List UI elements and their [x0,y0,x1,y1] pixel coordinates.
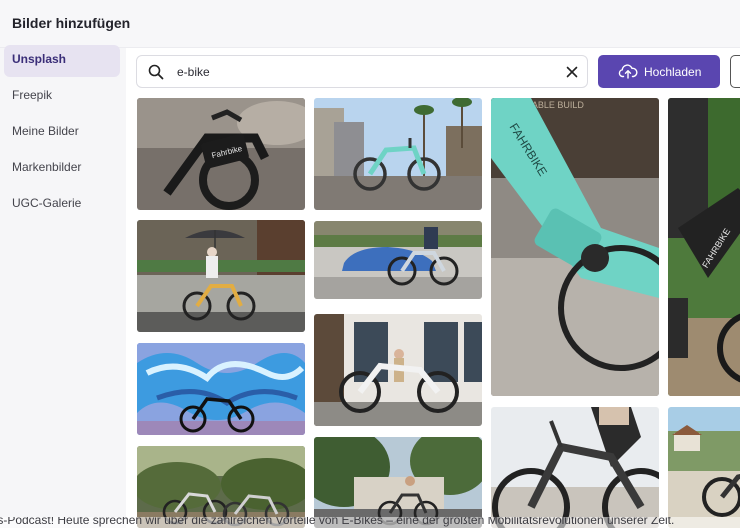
image-thumbnail[interactable] [314,314,482,426]
dialog-title: Bilder hinzufügen [12,15,131,31]
image-thumbnail[interactable] [137,446,305,528]
sidebar-item-unsplash[interactable]: Unsplash [4,45,120,77]
sidebar-item-freepik[interactable]: Freepik [4,81,120,113]
more-options-button[interactable] [730,55,740,88]
image-thumbnail[interactable]: FAHRBIKE [668,98,740,396]
upload-button-label: Hochladen [644,65,702,79]
image-thumbnail[interactable] [314,437,482,528]
close-icon[interactable] [565,65,579,79]
source-sidebar: Unsplash Freepik Meine Bilder Markenbild… [0,45,126,528]
sidebar-item-brand-images[interactable]: Markenbilder [4,153,120,185]
search-box [136,55,588,88]
image-thumbnail[interactable] [137,220,305,332]
background-caption-text: ts-Podcast! Heute sprechen wir über die … [0,517,740,528]
cloud-upload-icon [618,64,638,79]
upload-button[interactable]: Hochladen [598,55,720,88]
sidebar-item-ugc-gallery[interactable]: UGC-Galerie [4,189,120,221]
image-thumbnail[interactable] [491,407,659,528]
image-browser: Hochladen Fahrbike [126,48,740,528]
add-images-dialog: Bilder hinzufügen Unsplash Freepik Meine… [0,0,740,528]
search-icon [148,64,164,80]
image-thumbnail[interactable]: STABLE BUILD FAHRBIKE [491,98,659,396]
image-thumbnail[interactable] [314,98,482,210]
image-thumbnail[interactable]: Fahrbike [137,98,305,210]
dialog-header: Bilder hinzufügen [0,0,740,48]
search-input[interactable] [177,63,547,81]
image-thumbnail[interactable] [314,221,482,299]
image-thumbnail[interactable] [668,407,740,528]
image-thumbnail[interactable] [137,343,305,435]
sidebar-item-my-images[interactable]: Meine Bilder [4,117,120,149]
